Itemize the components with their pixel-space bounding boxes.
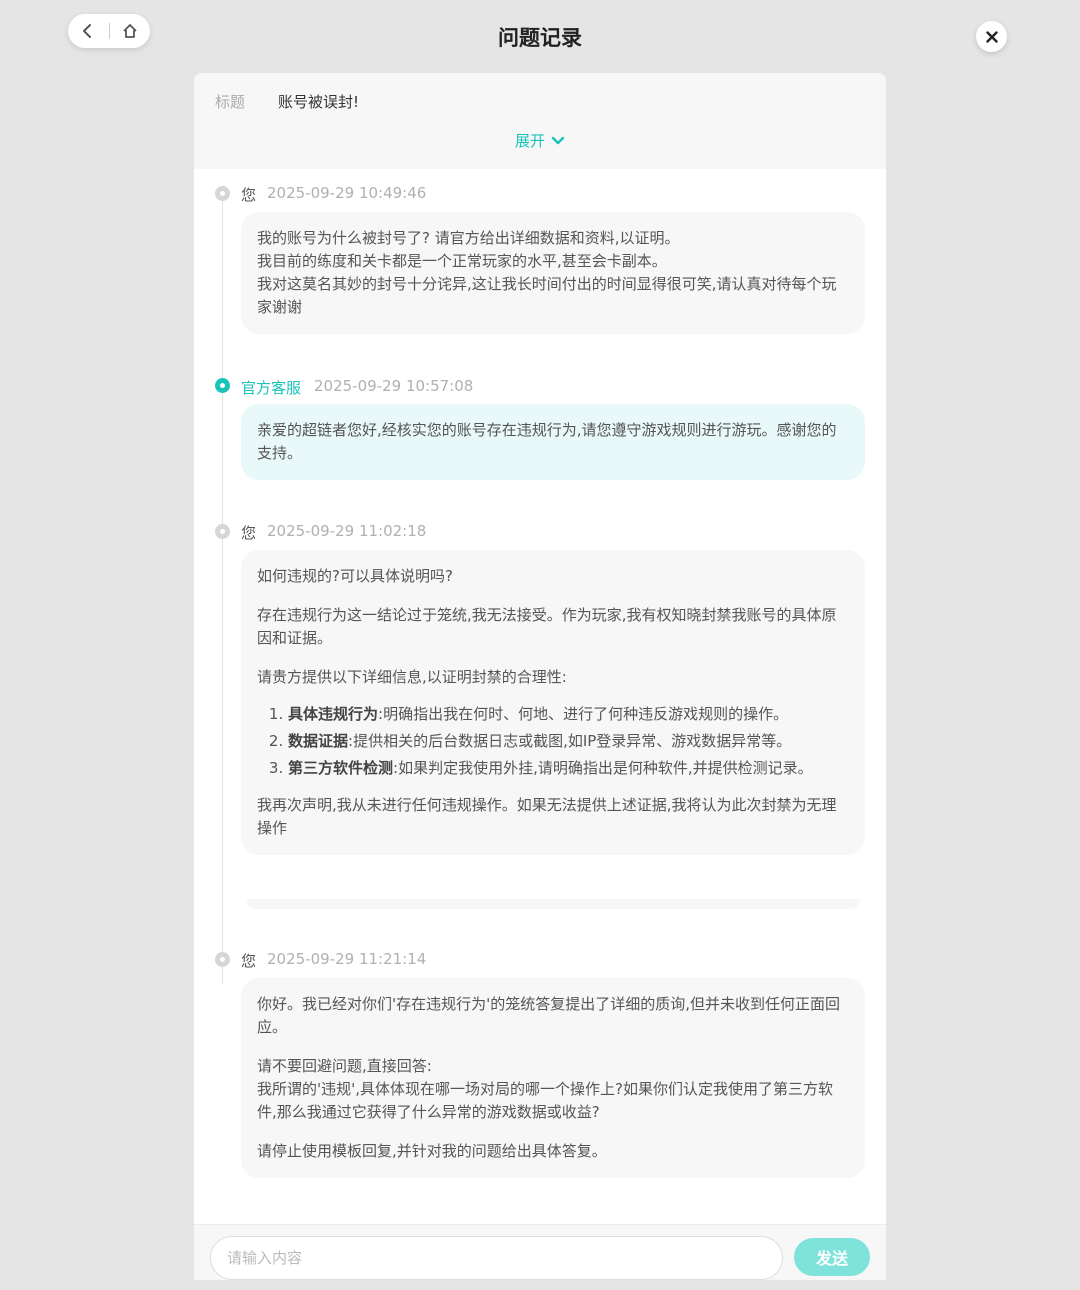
message-text: 你好。我已经对你们'存在违规行为'的笼统答复提出了详细的质询,但并未收到任何正面… xyxy=(257,995,841,1036)
message-sender: 您 xyxy=(241,524,257,542)
message-text: 请贵方提供以下详细信息,以证明封禁的合理性: xyxy=(257,668,567,686)
expand-toggle[interactable]: 展开 xyxy=(194,130,886,151)
send-button[interactable]: 发送 xyxy=(794,1238,870,1276)
message-input[interactable] xyxy=(210,1236,783,1280)
list-item-text: :提供相关的后台数据日志或截图,如IP登录异常、游戏数据异常等。 xyxy=(348,732,792,750)
composer-bar: 发送 xyxy=(194,1224,886,1280)
list-item: 具体违规行为:明确指出我在何时、何地、进行了何种违反游戏规则的操作。 xyxy=(288,703,849,726)
message-time: 2025-09-29 11:21:14 xyxy=(267,950,427,968)
timeline-dot xyxy=(215,524,230,539)
message-bubble: 我的账号为什么被封号了? 请官方给出详细数据和资料,以证明。 我目前的练度和关卡… xyxy=(241,212,865,334)
ticket-panel: 标题 账号被误封! 展开 您 2025-09-29 10:49:46 我的账号为… xyxy=(194,73,886,1280)
message-text: 请不要回避问题,直接回答: 我所谓的'违规',具体体现在哪一场对局的哪一个操作上… xyxy=(257,1057,833,1121)
list-item: 数据证据:提供相关的后台数据日志或截图,如IP登录异常、游戏数据异常等。 xyxy=(288,730,849,753)
message-text: 存在违规行为这一结论过于笼统,我无法接受。作为玩家,我有权知晓封禁我账号的具体原… xyxy=(257,606,837,647)
list-item: 第三方软件检测:如果判定我使用外挂,请明确指出是何种软件,并提供检测记录。 xyxy=(288,757,849,780)
close-icon xyxy=(985,30,998,43)
subject-value: 账号被误封! xyxy=(278,93,360,111)
message-text: 请停止使用模板回复,并针对我的问题给出具体答复。 xyxy=(257,1142,607,1160)
message-text: 亲爱的超链者您好,经核实您的账号存在违规行为,请您遵守游戏规则进行游玩。感谢您的… xyxy=(257,421,837,462)
message-text: 我再次声明,我从未进行任何违规操作。如果无法提供上述证据,我将认为此次封禁为无理… xyxy=(257,796,837,837)
message-bubble: 你好。我已经对你们'存在违规行为'的笼统答复提出了详细的质询,但并未收到任何正面… xyxy=(241,978,865,1178)
list-item-title: 第三方软件检测 xyxy=(288,759,394,777)
timeline-dot-official xyxy=(215,378,230,393)
message-time: 2025-09-29 11:02:18 xyxy=(267,522,427,540)
page-title: 问题记录 xyxy=(498,26,582,50)
list-item-title: 数据证据 xyxy=(288,732,349,750)
message-shadow xyxy=(246,899,860,909)
message-bubble: 如何违规的?可以具体说明吗? 存在违规行为这一结论过于笼统,我无法接受。作为玩家… xyxy=(241,550,865,855)
message-time: 2025-09-29 10:49:46 xyxy=(267,184,427,202)
message-bubble-official: 亲爱的超链者您好,经核实您的账号存在违规行为,请您遵守游戏规则进行游玩。感谢您的… xyxy=(241,404,865,480)
message-sender: 官方客服 xyxy=(241,379,302,397)
message-text: 如何违规的?可以具体说明吗? xyxy=(257,567,453,585)
message-text: 我的账号为什么被封号了? 请官方给出详细数据和资料,以证明。 我目前的练度和关卡… xyxy=(257,229,837,316)
subject-label: 标题 xyxy=(215,93,246,111)
ticket-header: 标题 账号被误封! 展开 xyxy=(194,73,886,169)
list-item-text: :明确指出我在何时、何地、进行了何种违反游戏规则的操作。 xyxy=(378,705,789,723)
message-time: 2025-09-29 10:57:08 xyxy=(314,377,474,395)
message-sender: 您 xyxy=(241,952,257,970)
close-button[interactable] xyxy=(976,21,1007,52)
timeline-dot xyxy=(215,186,230,201)
timeline-line xyxy=(222,199,223,984)
chevron-down-icon xyxy=(551,136,565,144)
list-item-text: :如果判定我使用外挂,请明确指出是何种软件,并提供检测记录。 xyxy=(393,759,813,777)
message-sender: 您 xyxy=(241,186,257,204)
expand-label: 展开 xyxy=(514,132,545,150)
list-item-title: 具体违规行为 xyxy=(288,705,379,723)
timeline-dot xyxy=(215,952,230,967)
evidence-list: 具体违规行为:明确指出我在何时、何地、进行了何种违反游戏规则的操作。 数据证据:… xyxy=(257,703,849,780)
